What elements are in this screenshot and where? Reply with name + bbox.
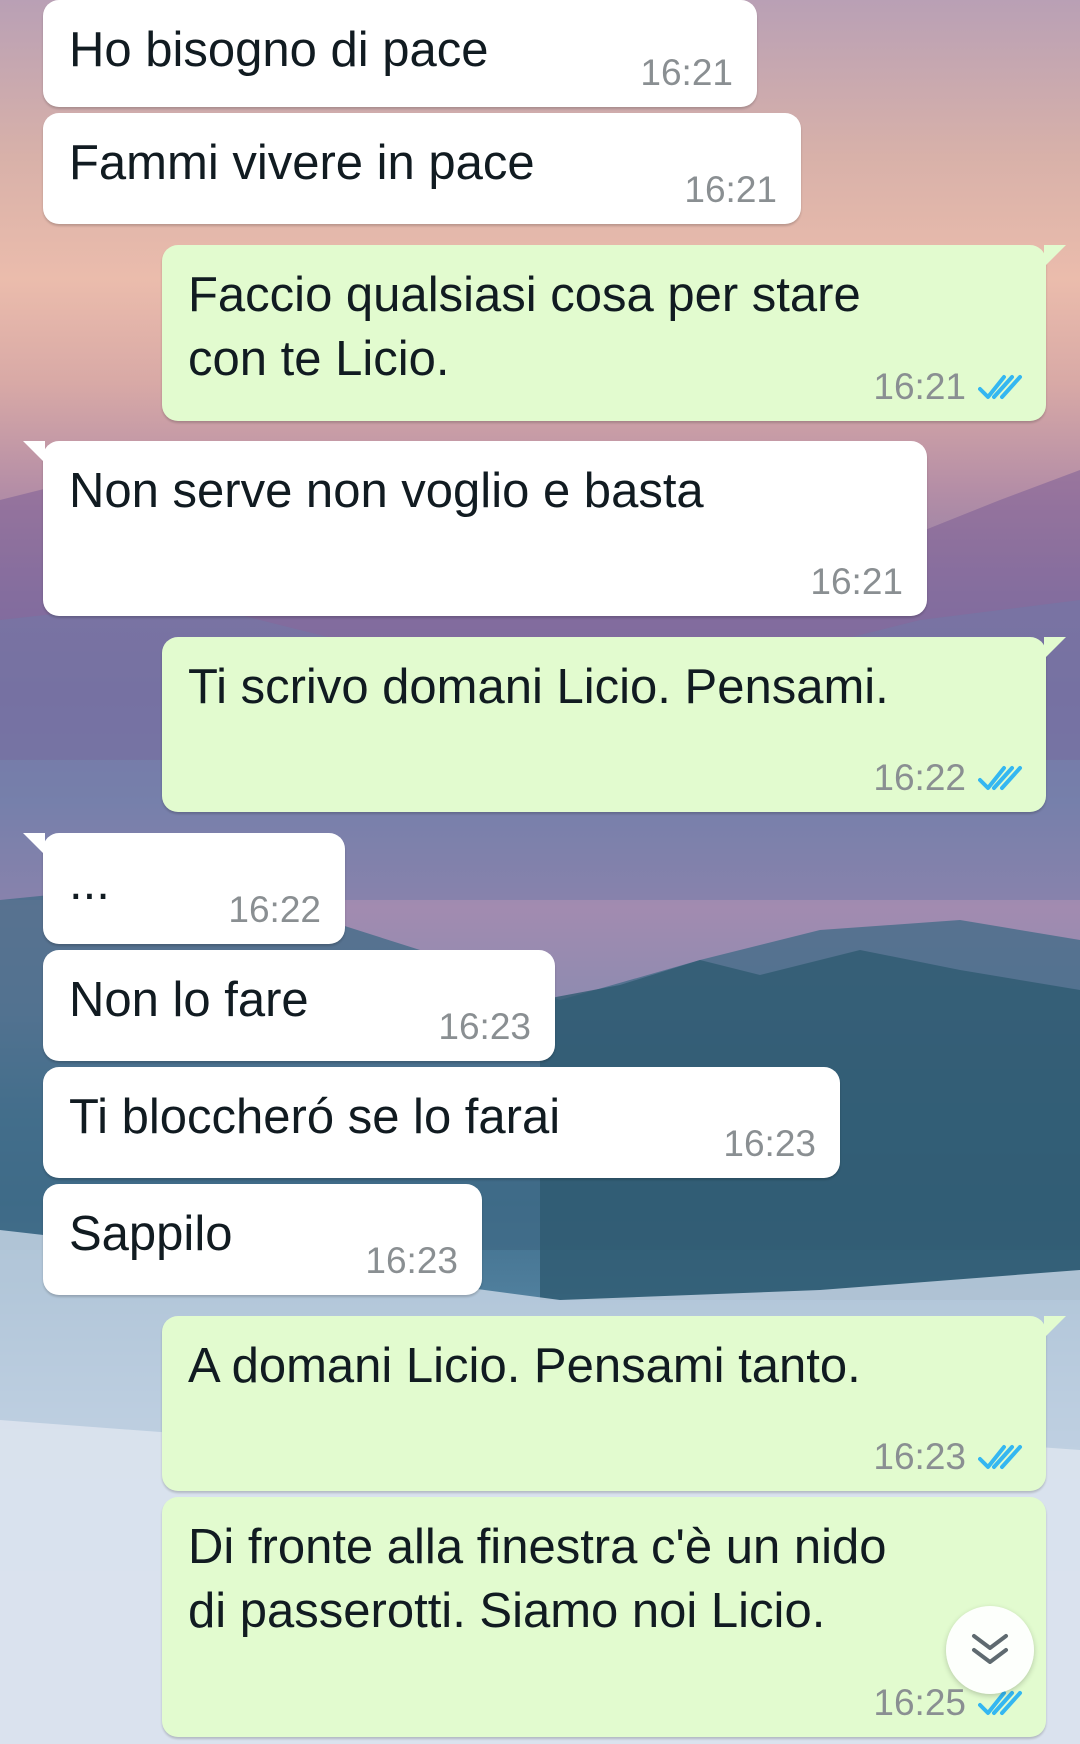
message-time: 16:22 [873, 757, 966, 798]
message-meta: 16:21 [684, 170, 777, 210]
message-time: 16:21 [810, 561, 903, 602]
bubble-tail [1044, 1316, 1066, 1338]
double-check-icon [978, 763, 1024, 793]
message-time: 16:21 [684, 169, 777, 210]
double-check-icon [978, 372, 1024, 402]
message-text: Faccio qualsiasi cosa per stare con te L… [188, 268, 861, 386]
message-meta: 16:23 [365, 1241, 458, 1281]
double-chevron-down-icon [972, 1634, 1008, 1664]
incoming-message[interactable]: Non serve non voglio e basta 16:21 [23, 441, 927, 616]
message-meta: 16:23 [438, 1007, 531, 1047]
message-time: 16:21 [640, 52, 733, 93]
message-text: Ti scrivo domani Licio. Pensami. [188, 660, 889, 714]
message-time: 16:25 [873, 1682, 966, 1723]
bubble-tail [23, 833, 45, 855]
message-text: Ti bloccheró se lo farai [69, 1090, 561, 1144]
message-time: 16:23 [873, 1436, 966, 1477]
message-time: 16:23 [438, 1006, 531, 1047]
message-meta: 16:21 [810, 562, 903, 602]
incoming-message[interactable]: Ho bisogno di pace 16:21 [43, 0, 757, 107]
bubble-tail [1044, 245, 1066, 267]
scroll-to-bottom-button[interactable] [946, 1606, 1034, 1694]
message-time: 16:23 [365, 1240, 458, 1281]
double-check-icon [978, 1442, 1024, 1472]
outgoing-message[interactable]: A domani Licio. Pensami tanto. 16:23 [162, 1316, 1066, 1491]
incoming-message[interactable]: Sappilo 16:23 [43, 1184, 482, 1295]
incoming-message[interactable]: ... 16:22 [23, 833, 345, 944]
bubble-tail [23, 441, 45, 463]
incoming-message[interactable]: Fammi vivere in pace 16:21 [43, 113, 801, 224]
message-meta: 16:22 [228, 890, 321, 930]
message-text: Non lo fare [69, 973, 309, 1027]
incoming-message[interactable]: Non lo fare 16:23 [43, 950, 555, 1061]
message-text: A domani Licio. Pensami tanto. [188, 1339, 861, 1393]
bubble-tail [1044, 637, 1066, 659]
message-text: Di fronte alla finestra c'è un nido di p… [188, 1520, 887, 1638]
message-time: 16:23 [723, 1123, 816, 1164]
message-text: Fammi vivere in pace [69, 136, 535, 190]
outgoing-message[interactable]: Faccio qualsiasi cosa per stare con te L… [162, 245, 1066, 421]
outgoing-message[interactable]: Ti scrivo domani Licio. Pensami. 16:22 [162, 637, 1066, 812]
message-meta: 16:21 [873, 367, 1024, 407]
message-meta: 16:22 [873, 758, 1024, 798]
message-time: 16:22 [228, 889, 321, 930]
incoming-message[interactable]: Ti bloccheró se lo farai 16:23 [43, 1067, 840, 1178]
message-text: Non serve non voglio e basta [69, 464, 704, 518]
message-time: 16:21 [873, 366, 966, 407]
message-text: Ho bisogno di pace [69, 23, 489, 77]
message-text: Sappilo [69, 1207, 233, 1261]
message-meta: 16:23 [723, 1124, 816, 1164]
outgoing-message[interactable]: Di fronte alla finestra c'è un nido di p… [162, 1497, 1046, 1737]
message-meta: 16:23 [873, 1437, 1024, 1477]
message-meta: 16:21 [640, 53, 733, 93]
message-text: ... [69, 856, 110, 910]
